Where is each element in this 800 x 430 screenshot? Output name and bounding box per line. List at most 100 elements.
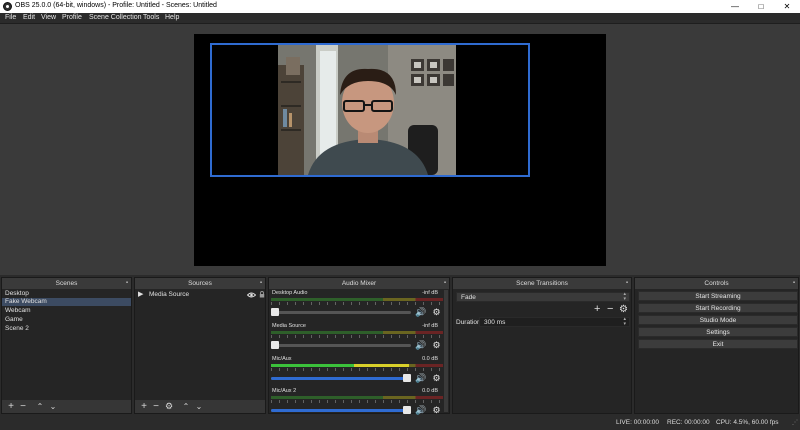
sources-header: Sources ▪ — [135, 278, 265, 289]
volume-slider[interactable] — [271, 308, 411, 316]
live-time: LIVE: 00:00:00 — [616, 419, 660, 426]
volume-slider[interactable] — [271, 406, 411, 414]
move-scene-up-button[interactable]: ⌃ — [34, 400, 46, 413]
volume-slider-handle[interactable] — [403, 374, 411, 382]
transition-type-select[interactable]: Fade ▴ ▾ — [456, 292, 630, 302]
undock-icon[interactable]: ▪ — [626, 278, 628, 289]
maximize-button[interactable]: □ — [748, 0, 774, 13]
volume-slider-fill — [271, 377, 411, 380]
volume-slider-fill — [271, 409, 411, 412]
remove-source-button[interactable]: − — [150, 400, 162, 413]
add-transition-button[interactable]: + — [594, 303, 600, 315]
speaker-icon[interactable]: 🔊 — [415, 307, 426, 318]
duration-label: Duration — [456, 319, 481, 326]
visibility-eye-icon[interactable] — [247, 292, 256, 298]
scene-item-fake-webcam[interactable]: Fake Webcam — [2, 298, 131, 306]
studio-mode-button[interactable]: Studio Mode — [638, 315, 798, 325]
channel-db: 0.0 dB — [422, 388, 438, 394]
scene-item-desktop[interactable]: Desktop — [2, 290, 131, 298]
level-meter — [271, 396, 443, 399]
scene-item-game[interactable]: Game — [2, 316, 131, 324]
sources-title: Sources — [188, 280, 212, 287]
volume-slider-handle[interactable] — [271, 341, 279, 349]
start-streaming-button[interactable]: Start Streaming — [638, 291, 798, 301]
undock-icon[interactable]: ▪ — [260, 278, 262, 289]
channel-settings-gear-icon[interactable]: ⚙ — [431, 373, 442, 384]
scenes-toolbar: + − ⌃ ⌄ — [2, 400, 131, 413]
menu-view[interactable]: View — [41, 14, 56, 21]
volume-slider[interactable] — [271, 374, 411, 382]
rec-time: REC: 00:00:00 — [667, 419, 710, 426]
channel-db: -inf dB — [422, 290, 438, 296]
undock-icon[interactable]: ▪ — [126, 278, 128, 289]
duration-value: 300 ms — [484, 319, 506, 326]
controls-title: Controls — [704, 280, 729, 287]
transition-type-value: Fade — [461, 294, 476, 301]
controls-dock: Controls ▪ Start Streaming Start Recordi… — [634, 277, 799, 414]
level-meter — [271, 331, 443, 334]
speaker-icon[interactable]: 🔊 — [415, 373, 426, 384]
scene-item-webcam[interactable]: Webcam — [2, 307, 131, 315]
controls-header: Controls ▪ — [635, 278, 798, 289]
remove-scene-button[interactable]: − — [17, 400, 29, 413]
settings-button[interactable]: Settings — [638, 327, 798, 337]
menu-edit[interactable]: Edit — [23, 14, 35, 21]
mixer-scrollbar[interactable] — [444, 290, 448, 412]
selected-source-outline[interactable] — [210, 43, 530, 177]
webcam-image — [278, 45, 456, 175]
start-recording-button[interactable]: Start Recording — [638, 303, 798, 313]
menu-scene-collection[interactable]: Scene Collection — [89, 14, 142, 21]
resize-grip-icon[interactable]: ⋰ — [792, 416, 798, 430]
menu-file[interactable]: File — [5, 14, 16, 21]
add-source-button[interactable]: + — [138, 400, 150, 413]
remove-transition-button[interactable]: − — [607, 303, 613, 315]
volume-slider-handle[interactable] — [403, 406, 411, 414]
audio-mixer-dock: Audio Mixer ▪ Desktop Audio -inf dB 🔊 ⚙ … — [268, 277, 450, 416]
duration-spinbox[interactable]: 300 ms ▴ ▾ — [479, 317, 630, 327]
channel-name: Mic/Aux — [272, 356, 292, 362]
move-source-up-button[interactable]: ⌃ — [180, 400, 192, 413]
cpu-fps: CPU: 4.5%, 60.00 fps — [716, 419, 779, 426]
program-canvas[interactable] — [194, 34, 606, 266]
channel-settings-gear-icon[interactable]: ⚙ — [431, 340, 442, 351]
speaker-icon[interactable]: 🔊 — [415, 340, 426, 351]
speaker-icon[interactable]: 🔊 — [415, 405, 426, 416]
move-scene-down-button[interactable]: ⌄ — [47, 400, 59, 413]
menu-help[interactable]: Help — [165, 14, 179, 21]
lock-icon[interactable] — [259, 291, 265, 298]
close-button[interactable]: ✕ — [774, 0, 800, 13]
channel-name: Mic/Aux 2 — [272, 388, 297, 394]
transitions-header: Scene Transitions ▪ — [453, 278, 631, 289]
channel-db: -inf dB — [422, 323, 438, 329]
source-item-media-source[interactable]: ▶ Media Source — [135, 290, 265, 299]
minimize-button[interactable]: — — [722, 0, 748, 13]
meter-scale — [271, 302, 443, 305]
menu-profile[interactable]: Profile — [62, 14, 82, 21]
mixer-channel-media-source: Media Source -inf dB 🔊 ⚙ — [271, 323, 445, 355]
transitions-title: Scene Transitions — [516, 280, 568, 287]
volume-slider[interactable] — [271, 341, 411, 349]
exit-button[interactable]: Exit — [638, 339, 798, 349]
spinbox-updown-icon[interactable]: ▴ ▾ — [623, 317, 626, 327]
scenes-header: Scenes ▪ — [2, 278, 131, 289]
preview-area — [0, 24, 800, 275]
webcam-scene — [278, 45, 456, 175]
source-name: Media Source — [149, 291, 190, 298]
move-source-down-button[interactable]: ⌄ — [193, 400, 205, 413]
channel-settings-gear-icon[interactable]: ⚙ — [431, 405, 442, 416]
window-title: OBS 25.0.0 (64-bit, windows) - Profile: … — [15, 2, 217, 9]
transition-properties-gear-icon[interactable]: ⚙ — [619, 304, 628, 315]
level-meter-fill — [271, 364, 409, 367]
sources-toolbar: + − ⚙ ⌃ ⌄ — [135, 400, 265, 413]
channel-settings-gear-icon[interactable]: ⚙ — [431, 307, 442, 318]
menu-tools[interactable]: Tools — [143, 14, 159, 21]
mixer-title: Audio Mixer — [341, 280, 377, 287]
undock-icon[interactable]: ▪ — [444, 278, 446, 289]
mixer-header: Audio Mixer ▪ — [269, 278, 449, 289]
undock-icon[interactable]: ▪ — [793, 278, 795, 289]
volume-slider-handle[interactable] — [271, 308, 279, 316]
channel-name: Media Source — [272, 323, 306, 329]
scene-item-scene-2[interactable]: Scene 2 — [2, 325, 131, 333]
add-scene-button[interactable]: + — [5, 400, 17, 413]
source-properties-gear-icon[interactable]: ⚙ — [163, 400, 175, 413]
